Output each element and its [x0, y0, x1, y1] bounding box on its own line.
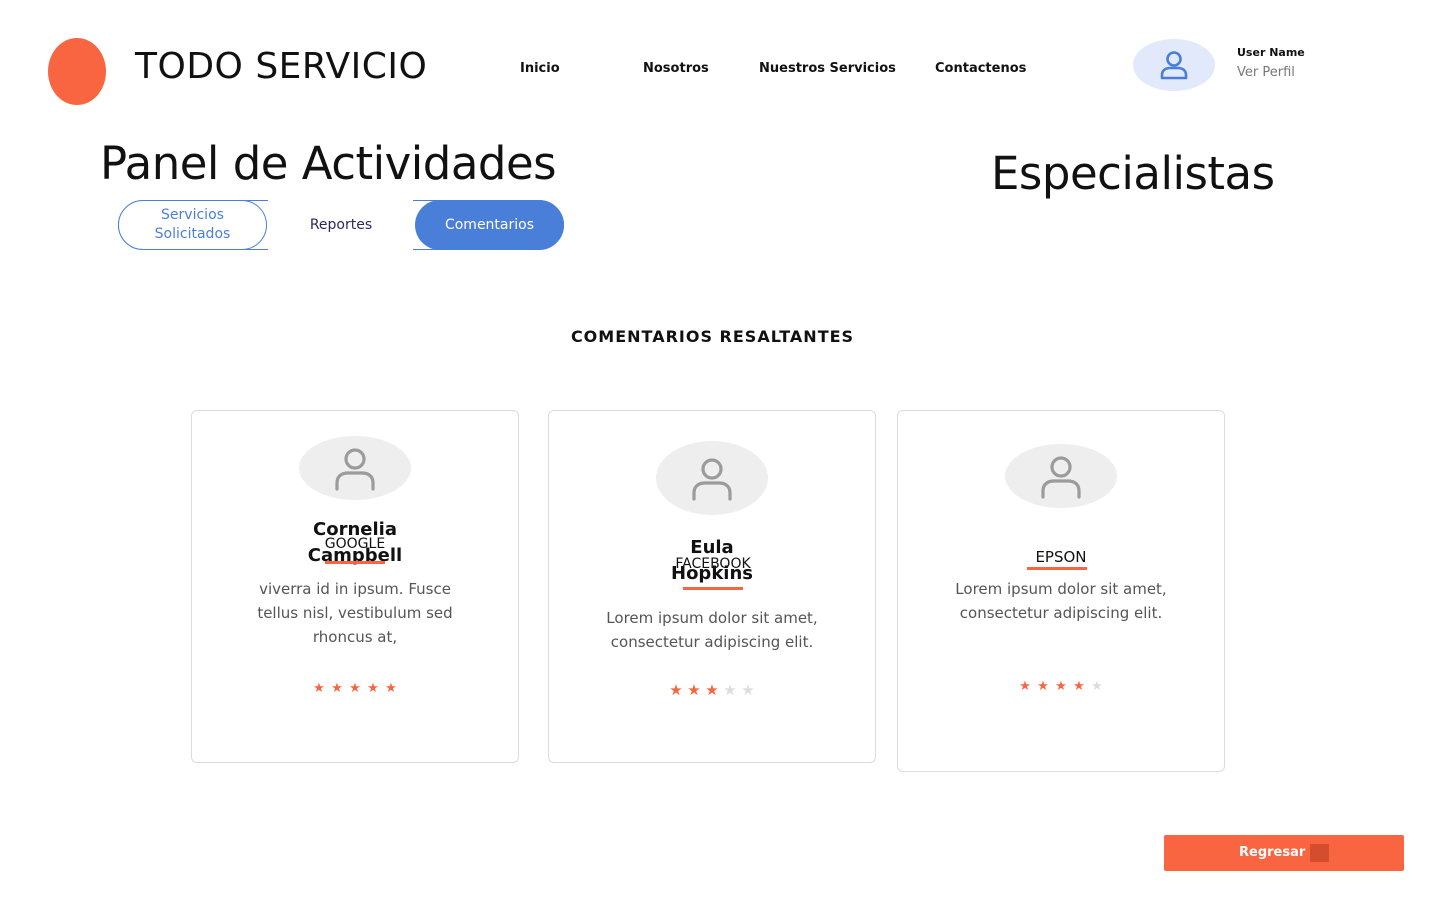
star-filled-icon: ★ [349, 680, 361, 695]
star-filled-icon: ★ [1019, 678, 1031, 693]
reviewer-company: EPSON [1035, 548, 1087, 566]
page-title: Panel de Actividades [100, 137, 557, 190]
user-icon [692, 458, 732, 501]
review-comment: Lorem ipsum dolor sit amet, consectetur … [955, 580, 1167, 622]
comment-card: Eula Hopkins FACEBOOK Lorem ipsum dolor … [548, 410, 876, 763]
star-rating: ★ ★ ★ ★ ★ [549, 681, 875, 699]
user-icon [1041, 456, 1081, 499]
back-button[interactable]: Regresar [1164, 835, 1404, 871]
tab-servicios-solicitados[interactable]: Servicios Solicitados [118, 200, 267, 250]
tab-label: Reportes [309, 217, 373, 233]
star-filled-icon: ★ [385, 680, 397, 695]
company-underline [683, 587, 743, 590]
user-avatar[interactable] [1133, 39, 1215, 91]
nav-item-inicio[interactable]: Inicio [520, 61, 560, 76]
comment-card: EPSON Lorem ipsum dolor sit amet, consec… [897, 410, 1225, 772]
reviewer-company: GOOGLE [324, 536, 386, 552]
star-filled-icon: ★ [687, 682, 701, 699]
user-name: User Name [1237, 46, 1305, 59]
avatar [299, 436, 411, 500]
star-empty-icon: ★ [723, 682, 737, 699]
reviewer-company: FACEBOOK [675, 556, 751, 572]
star-filled-icon: ★ [1055, 678, 1067, 693]
back-button-label: Regresar [1239, 845, 1306, 860]
brand-name[interactable]: TODO SERVICIO [135, 46, 427, 87]
review-comment: Lorem ipsum dolor sit amet, consectetur … [606, 609, 818, 651]
star-filled-icon: ★ [705, 682, 719, 699]
back-icon [1310, 844, 1329, 862]
review-comment: viverra id in ipsum. Fusce tellus nisl, … [257, 580, 453, 646]
tab-label: Servicios Solicitados [154, 207, 231, 242]
tab-comentarios[interactable]: Comentarios [415, 200, 564, 250]
star-filled-icon: ★ [331, 680, 343, 695]
user-icon [1160, 51, 1188, 80]
company-underline [325, 561, 385, 564]
star-filled-icon: ★ [1073, 678, 1085, 693]
comment-card: Cornelia Campbell GOOGLE viverra id in i… [191, 410, 519, 763]
star-filled-icon: ★ [313, 680, 325, 695]
user-icon [335, 448, 375, 491]
star-rating: ★ ★ ★ ★ ★ [898, 678, 1224, 694]
avatar [656, 441, 768, 515]
section-heading: COMENTARIOS RESALTANTES [570, 327, 855, 346]
star-filled-icon: ★ [1037, 678, 1049, 693]
company-underline [1027, 567, 1087, 570]
brand-logo[interactable] [48, 38, 106, 105]
star-rating: ★ ★ ★ ★ ★ [192, 680, 518, 696]
tab-reportes[interactable]: Reportes [267, 200, 415, 250]
star-filled-icon: ★ [669, 682, 683, 699]
star-empty-icon: ★ [741, 682, 755, 699]
specialists-title: Especialistas [991, 147, 1275, 200]
star-empty-icon: ★ [1091, 678, 1103, 693]
nav-item-contactenos[interactable]: Contactenos [935, 61, 1026, 76]
view-profile-link[interactable]: Ver Perfil [1237, 65, 1295, 80]
nav-item-servicios[interactable]: Nuestros Servicios [759, 61, 896, 76]
avatar [1005, 444, 1117, 508]
tab-label: Comentarios [444, 217, 535, 233]
star-filled-icon: ★ [367, 680, 379, 695]
nav-item-nosotros[interactable]: Nosotros [643, 61, 709, 76]
